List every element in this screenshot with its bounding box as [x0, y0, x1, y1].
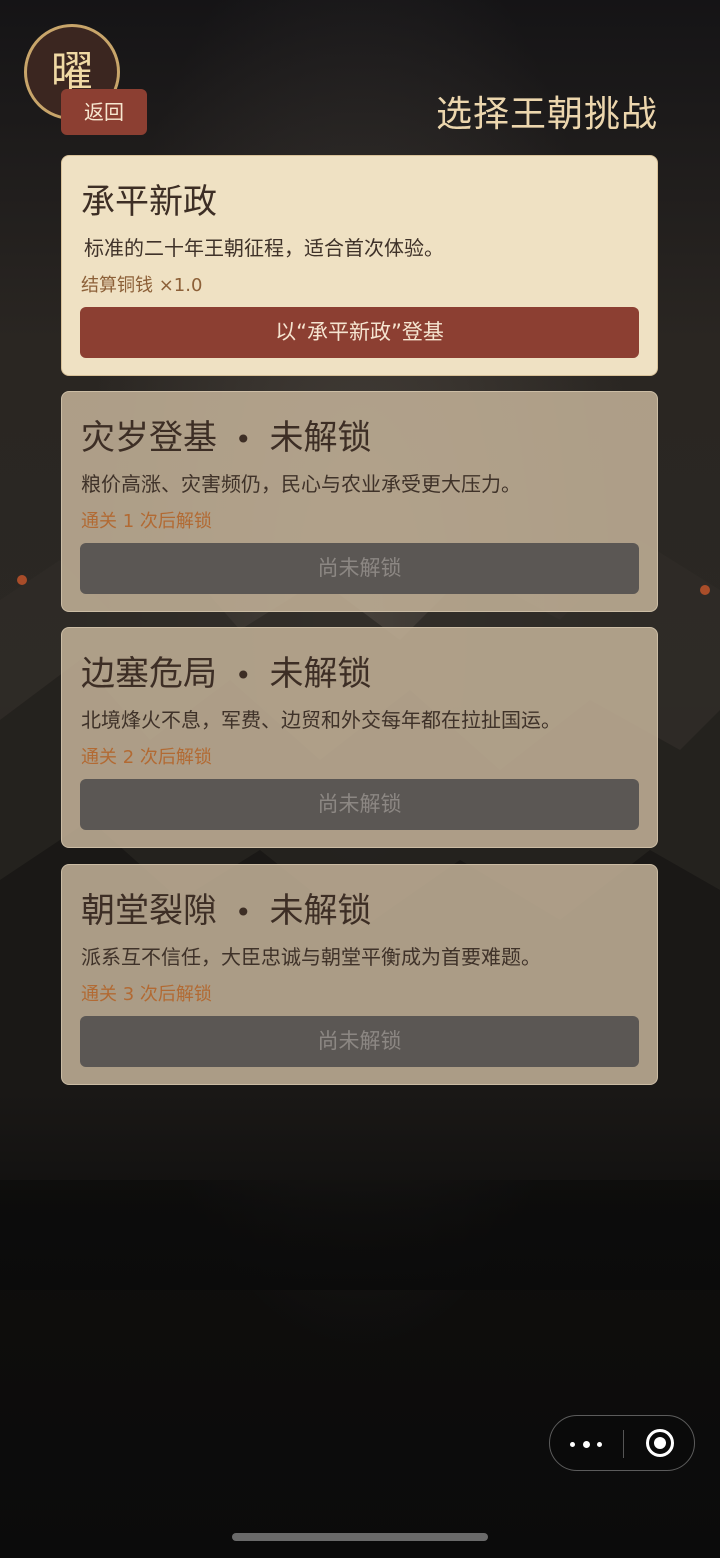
title-separator: • — [235, 423, 252, 456]
card-description: 粮价高涨、灾害频仍，民心与农业承受更大压力。 — [81, 472, 521, 496]
dynasty-card-zaisui[interactable]: 灾岁登基 • 未解锁 粮价高涨、灾害频仍，民心与农业承受更大压力。 通关 1 次后解… — [61, 391, 658, 612]
card-status: 未解锁 — [269, 891, 372, 931]
dynasty-card-biansai[interactable]: 边塞危局 • 未解锁 北境烽火不息，军费、边贸和外交每年都在拉扯国运。 通关 2 次… — [61, 627, 658, 848]
card-unlock-condition: 通关 1 次后解锁 — [81, 511, 212, 532]
background-fade — [0, 1090, 720, 1290]
locked-button[interactable]: 尚未解锁 — [80, 543, 639, 594]
back-button[interactable]: 返回 — [61, 89, 147, 135]
locked-button[interactable]: 尚未解锁 — [80, 779, 639, 830]
dynasty-card-chengping[interactable]: 承平新政 标准的二十年王朝征程，适合首次体验。 结算铜钱 ×1.0 以“承平新政… — [61, 155, 658, 376]
card-title: 灾岁登基 • 未解锁 — [81, 416, 372, 462]
card-unlock-condition: 通关 3 次后解锁 — [81, 984, 212, 1005]
card-name: 边塞危局 — [81, 654, 217, 694]
card-description: 标准的二十年王朝征程，适合首次体验。 — [84, 236, 444, 260]
card-description: 派系互不信任，大臣忠诚与朝堂平衡成为首要难题。 — [81, 945, 541, 969]
card-status: 未解锁 — [269, 418, 372, 458]
ascend-button[interactable]: 以“承平新政”登基 — [80, 307, 639, 358]
card-title: 承平新政 — [81, 180, 217, 224]
card-name: 朝堂裂隙 — [81, 891, 217, 931]
title-separator: • — [235, 659, 252, 692]
card-description: 北境烽火不息，军费、边贸和外交每年都在拉扯国运。 — [81, 708, 561, 732]
page-title: 选择王朝挑战 — [435, 94, 658, 135]
card-name: 承平新政 — [81, 182, 217, 222]
home-indicator[interactable] — [232, 1533, 488, 1541]
card-unlock-condition: 通关 2 次后解锁 — [81, 747, 212, 768]
card-title: 朝堂裂隙 • 未解锁 — [81, 889, 372, 935]
card-reward: 结算铜钱 ×1.0 — [81, 275, 203, 296]
target-close-icon[interactable] — [646, 1429, 674, 1457]
more-dots-icon[interactable] — [568, 1441, 604, 1448]
title-separator: • — [235, 896, 252, 929]
card-status: 未解锁 — [269, 654, 372, 694]
capsule-divider — [623, 1430, 624, 1458]
locked-button[interactable]: 尚未解锁 — [80, 1016, 639, 1067]
miniprogram-capsule — [549, 1415, 695, 1471]
card-name: 灾岁登基 — [81, 418, 217, 458]
card-title: 边塞危局 • 未解锁 — [81, 652, 372, 698]
dynasty-card-chaotang[interactable]: 朝堂裂隙 • 未解锁 派系互不信任，大臣忠诚与朝堂平衡成为首要难题。 通关 3 次后… — [61, 864, 658, 1085]
